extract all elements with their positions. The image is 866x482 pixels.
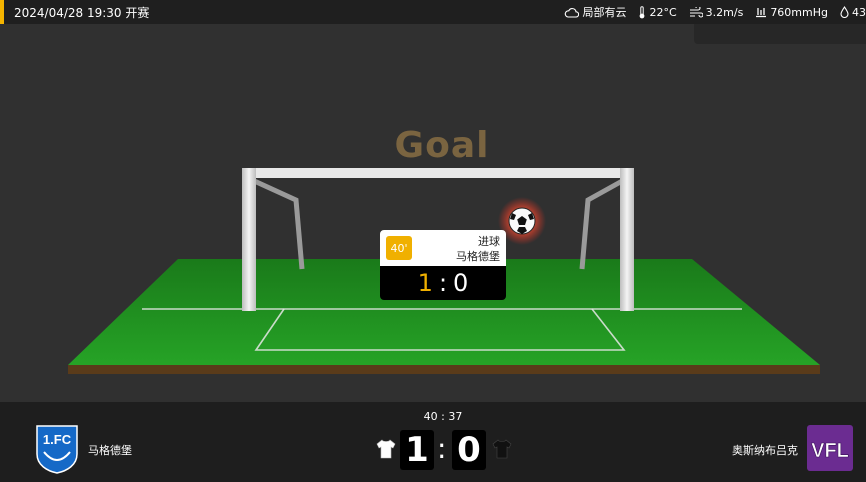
away-team-name[interactable]: 奥斯纳布吕克 [732,442,798,458]
goal-crossbar [242,168,634,178]
home-team-name[interactable]: 马格德堡 [88,442,132,458]
pitch-stage: Goal 40' 进球 马格德堡 1 : 0 [0,24,866,402]
home-logo-text: 1.FC [43,432,72,447]
event-title: Goal [394,125,490,166]
cloud-icon [565,7,580,18]
home-team-logo[interactable]: 1.FC [35,424,79,474]
home-score: 1 [400,430,434,470]
goal-net-right [579,177,626,270]
thermometer-icon [640,5,645,18]
goal-post-left [242,168,256,311]
wind-icon [689,6,703,18]
weather-humidity: 43 [840,6,866,19]
away-kit-icon [492,439,512,459]
pitch-graphic [68,168,820,374]
event-card-score: 1 : 0 [380,266,506,300]
match-timer: 40 : 37 [423,410,463,423]
match-tracker: 2024/04/28 19:30 开赛 局部有云 22°C 3.2m/s 760… [0,0,866,482]
event-away-score: 0 [453,269,469,297]
pressure-text: 760mmHg [770,5,828,19]
score-separator: : [437,432,447,465]
soccer-ball-icon [508,207,536,235]
event-score-separator: : [438,269,448,297]
wind-text: 3.2m/s [705,5,744,19]
weather-condition: 局部有云 [564,4,626,20]
droplet-icon [840,6,849,18]
event-type: 进球 [478,235,500,248]
event-minute-badge: 40' [386,236,412,260]
home-kit-icon [376,439,396,459]
away-team-logo[interactable]: VFL [806,424,854,472]
away-score: 0 [452,430,486,470]
weather-wind: 3.2m/s [689,5,744,19]
pressure-icon [756,8,767,18]
goal-net-left [250,177,305,270]
event-card: 40' 进球 马格德堡 1 : 0 [380,230,506,300]
event-team: 马格德堡 [456,250,500,263]
weather-pressure: 760mmHg [755,6,828,19]
accent-stripe [0,0,4,24]
pitch-soil [68,365,820,374]
humidity-text: 43 [852,5,866,19]
temperature-text: 22°C [649,5,677,19]
event-home-score: 1 [417,269,433,297]
score-display: 1 : 0 [375,428,515,470]
weather-condition-text: 局部有云 [582,6,627,19]
away-logo-text: VFL [811,440,849,462]
weather-bar: 局部有云 22°C 3.2m/s 760mmHg 43 [564,0,866,24]
goal-post-right [620,168,634,311]
weather-temperature: 22°C [638,5,677,19]
match-datetime: 2024/04/28 19:30 开赛 [14,5,150,20]
scoreboard: 40 : 37 1.FC 马格德堡 1 : 0 奥斯纳布吕克 VFL [0,402,866,482]
event-card-header: 40' 进球 马格德堡 [380,230,506,266]
